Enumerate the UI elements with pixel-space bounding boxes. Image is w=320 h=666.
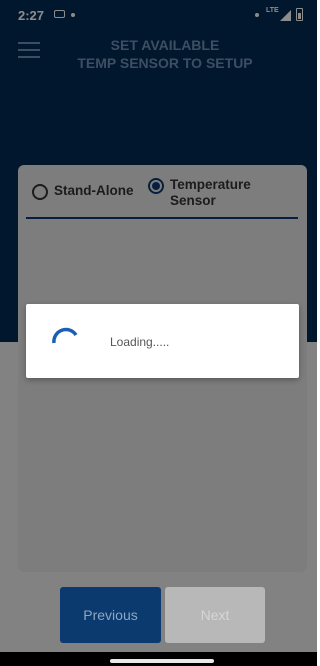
previous-button[interactable]: Previous (60, 587, 161, 643)
loading-dialog: Loading..... (26, 304, 299, 378)
next-button[interactable]: Next (165, 587, 265, 643)
system-nav-bar (0, 652, 317, 666)
next-button-label: Next (200, 607, 230, 623)
loading-message: Loading..... (110, 335, 170, 349)
home-handle[interactable] (110, 659, 214, 663)
spinner-icon (52, 327, 78, 344)
previous-button-label: Previous (83, 607, 138, 623)
app-screen: 2:27 LTE SET AVAILABLE TEMP SENSOR TO SE… (0, 0, 317, 666)
